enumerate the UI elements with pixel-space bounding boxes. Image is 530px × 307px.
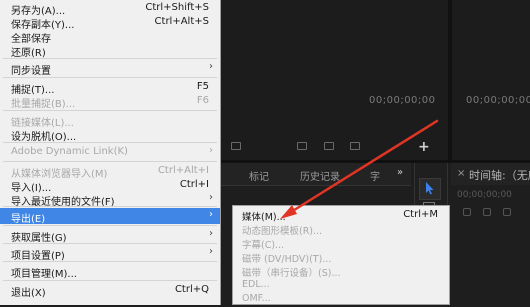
annotation-arrow	[280, 119, 439, 219]
